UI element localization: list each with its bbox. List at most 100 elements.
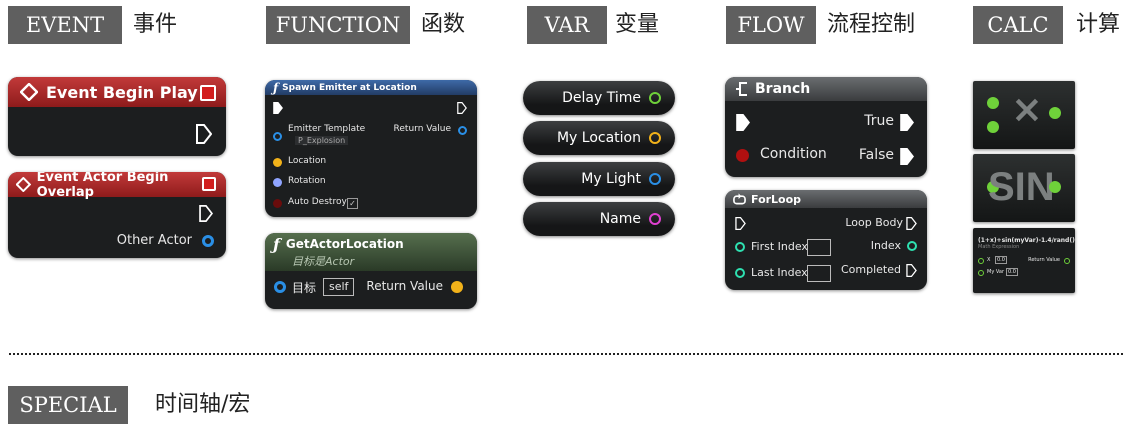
function-icon: ƒ	[273, 80, 279, 95]
spawn-emitter-node[interactable]: ƒ Spawn Emitter at Location Emitter Temp…	[265, 80, 477, 217]
location-pin[interactable]	[273, 158, 282, 167]
exec-out-pin[interactable]	[457, 102, 467, 114]
completed-exec-out-pin[interactable]	[906, 264, 917, 277]
object-out-pin[interactable]	[202, 235, 214, 247]
first-index-pin[interactable]	[735, 242, 745, 252]
multiply-node[interactable]: ×	[973, 81, 1075, 149]
node-header: Event Actor Begin Overlap	[8, 172, 226, 200]
object-out-pin[interactable]	[649, 173, 661, 185]
return-value-pin[interactable]	[458, 126, 467, 135]
branch-node[interactable]: Branch True Condition False	[725, 77, 927, 177]
category-label-calc: 计算	[1076, 12, 1121, 37]
category-tag-var: VAR	[527, 6, 607, 44]
variable-my-location[interactable]: My Location	[523, 121, 675, 155]
auto-destroy-checkbox[interactable]: ✓	[347, 198, 358, 209]
auto-destroy-pin[interactable]	[273, 199, 282, 208]
variable-label: Name	[599, 211, 641, 227]
sin-node[interactable]: SIN	[973, 154, 1075, 222]
get-actor-location-node[interactable]: ƒ GetActorLocation 目标是Actor 目标 self Retu…	[265, 233, 477, 309]
category-tag-special: SPECIAL	[8, 386, 128, 424]
target-pin[interactable]	[274, 281, 286, 293]
exec-in-pin[interactable]	[735, 217, 746, 230]
node-header: ForLoop	[725, 190, 927, 208]
expression-subtitle: Math Expression	[978, 244, 1020, 250]
category-tag-event: EVENT	[8, 6, 122, 44]
node-header: ƒ GetActorLocation 目标是Actor	[265, 233, 477, 271]
event-diamond-icon	[16, 177, 31, 192]
myvar-value[interactable]: 0.0	[1006, 268, 1018, 276]
rotation-label: Rotation	[288, 176, 326, 186]
x-label: X	[987, 257, 991, 263]
exec-out-pin[interactable]	[199, 205, 213, 222]
index-out-pin[interactable]	[907, 241, 917, 251]
node-title: Spawn Emitter at Location	[282, 82, 417, 93]
event-diamond-icon	[20, 83, 38, 101]
event-begin-play-node[interactable]: Event Begin Play	[8, 77, 226, 156]
variable-delay-time[interactable]: Delay Time	[523, 81, 675, 115]
vector-out-pin[interactable]	[649, 132, 661, 144]
node-title: Branch	[755, 81, 811, 97]
category-label-flow: 流程控制	[827, 12, 916, 37]
first-index-input[interactable]	[807, 239, 831, 256]
node-header: Event Begin Play	[8, 77, 226, 107]
input-a-pin[interactable]	[987, 97, 999, 109]
input-b-pin[interactable]	[987, 121, 999, 133]
target-label: 目标	[292, 281, 317, 295]
node-header: ƒ Spawn Emitter at Location	[265, 80, 477, 95]
loop-icon	[733, 193, 746, 205]
return-value-pin[interactable]	[451, 281, 463, 293]
variable-name[interactable]: Name	[523, 202, 675, 236]
return-value-pin[interactable]	[1064, 258, 1070, 264]
exec-out-pin[interactable]	[196, 124, 212, 144]
category-label-function: 函数	[421, 12, 466, 37]
exec-in-pin[interactable]	[273, 102, 283, 114]
last-index-pin[interactable]	[735, 268, 745, 278]
variable-label: My Light	[581, 171, 641, 187]
x-pin[interactable]	[978, 258, 984, 264]
category-label-special: 时间轴/宏	[155, 392, 251, 417]
sin-label: SIN	[988, 165, 1055, 209]
float-out-pin[interactable]	[649, 92, 661, 104]
emitter-template-value[interactable]: P_Explosion	[295, 136, 349, 145]
location-label: Location	[288, 156, 327, 166]
emitter-template-label: Emitter Template	[288, 124, 366, 134]
last-index-input[interactable]	[807, 265, 831, 282]
math-expression-node[interactable]: (1+x)+sin(myVar)-1.4/rand() Math Express…	[973, 228, 1075, 293]
return-value-label: Return Value	[366, 279, 443, 293]
true-label: True	[864, 113, 894, 129]
node-title: Event Actor Begin Overlap	[36, 172, 169, 200]
false-exec-out-pin[interactable]	[900, 148, 914, 165]
variable-my-light[interactable]: My Light	[523, 162, 675, 196]
last-index-label: Last Index	[751, 266, 808, 279]
result-out-pin[interactable]	[1049, 107, 1061, 119]
loop-body-exec-out-pin[interactable]	[906, 217, 917, 230]
function-icon: ƒ	[273, 235, 280, 254]
for-loop-node[interactable]: ForLoop Loop Body First Index Index Last…	[725, 190, 927, 290]
name-out-pin[interactable]	[649, 213, 661, 225]
dotted-separator	[9, 353, 1123, 355]
event-actor-overlap-node[interactable]: Event Actor Begin Overlap Other Actor	[8, 172, 226, 258]
node-header: Branch	[725, 77, 927, 101]
false-label: False	[858, 147, 894, 163]
emitter-template-pin[interactable]	[273, 132, 282, 141]
category-tag-flow: FLOW	[726, 6, 816, 44]
branch-icon	[736, 82, 747, 96]
return-value-label: Return Value	[1028, 257, 1060, 263]
variable-label: My Location	[556, 130, 641, 146]
exec-in-pin[interactable]	[736, 114, 750, 131]
true-exec-out-pin[interactable]	[900, 114, 914, 131]
result-out-pin[interactable]	[1049, 181, 1061, 193]
target-value-box[interactable]: self	[323, 278, 355, 296]
node-subtitle: 目标是Actor	[292, 255, 355, 268]
myvar-pin[interactable]	[978, 270, 984, 276]
delegate-square-icon	[200, 85, 216, 101]
rotation-pin[interactable]	[273, 178, 282, 187]
completed-label: Completed	[841, 263, 901, 276]
condition-pin[interactable]	[736, 149, 749, 162]
category-label-var: 变量	[615, 12, 660, 37]
x-value[interactable]: 0.0	[995, 256, 1007, 264]
category-tag-calc: CALC	[973, 6, 1063, 44]
return-value-label: Return Value	[393, 124, 451, 134]
expression-title: (1+x)+sin(myVar)-1.4/rand()	[978, 237, 1075, 244]
node-title: Event Begin Play	[46, 82, 198, 102]
